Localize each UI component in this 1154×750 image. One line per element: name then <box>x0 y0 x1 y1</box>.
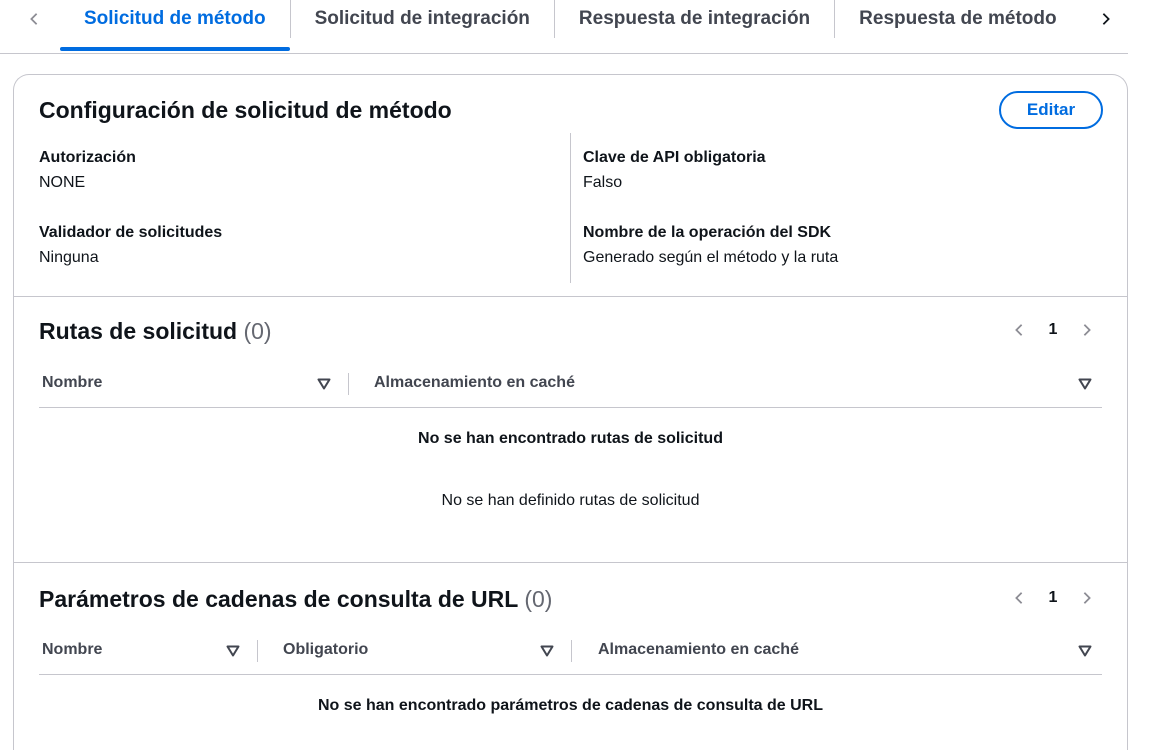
column-divider <box>348 373 349 395</box>
previous-page-button[interactable] <box>1010 589 1028 607</box>
tab-method-request[interactable]: Solicitud de método <box>60 0 291 51</box>
query-params-pagination: 1 <box>1010 589 1096 607</box>
chevron-right-icon <box>1083 592 1091 604</box>
edit-button[interactable]: Editar <box>999 91 1103 129</box>
page-number[interactable]: 1 <box>1044 589 1062 607</box>
request-paths-title: Rutas de solicitud (0) <box>39 318 272 344</box>
tab-bar: Solicitud de método Solicitud de integra… <box>0 0 1128 54</box>
sort-down-icon[interactable] <box>226 645 240 657</box>
section-separator <box>14 296 1127 297</box>
sort-down-icon[interactable] <box>540 645 554 657</box>
request-paths-pagination: 1 <box>1010 321 1096 339</box>
next-page-button[interactable] <box>1078 321 1096 339</box>
chevron-left-icon <box>1015 592 1023 604</box>
api-key-label: Clave de API obligatoria <box>583 149 766 166</box>
tab-integration-request[interactable]: Solicitud de integración <box>291 0 555 38</box>
request-paths-count: (0) <box>243 318 272 344</box>
validator-label: Validador de solicitudes <box>39 224 223 241</box>
tabs-viewport: Solicitud de método Solicitud de integra… <box>60 0 1086 54</box>
column-header-name[interactable]: Nombre <box>42 641 102 659</box>
chevron-left-icon <box>1015 324 1023 336</box>
sdk-operation-label: Nombre de la operación del SDK <box>583 224 832 241</box>
sort-down-icon[interactable] <box>317 378 331 390</box>
page-number[interactable]: 1 <box>1044 321 1062 339</box>
tab-integration-response[interactable]: Respuesta de integración <box>555 0 836 38</box>
tab-method-response[interactable]: Respuesta de método <box>835 0 1080 38</box>
column-divider <box>257 640 258 662</box>
authorization-value: NONE <box>39 174 86 191</box>
api-key-value: Falso <box>583 174 623 191</box>
tabs-scroll-left-button[interactable] <box>14 0 54 38</box>
tabs: Solicitud de método Solicitud de integra… <box>60 0 1086 54</box>
sort-down-icon[interactable] <box>1078 645 1092 657</box>
method-request-container: Configuración de solicitud de método Edi… <box>13 74 1128 750</box>
column-header-caching[interactable]: Almacenamiento en caché <box>374 374 575 392</box>
column-divider <box>570 133 571 283</box>
tabs-scroll-right-button[interactable] <box>1086 0 1126 38</box>
query-params-title: Parámetros de cadenas de consulta de URL… <box>39 586 553 612</box>
authorization-label: Autorización <box>39 149 136 166</box>
next-page-button[interactable] <box>1078 589 1096 607</box>
chevron-right-icon <box>1083 324 1091 336</box>
config-title: Configuración de solicitud de método <box>39 97 452 123</box>
column-header-required[interactable]: Obligatorio <box>283 641 368 659</box>
request-paths-empty-title: No se han encontrado rutas de solicitud <box>418 430 723 447</box>
table-header-line <box>39 674 1102 675</box>
query-params-count: (0) <box>524 586 553 612</box>
sort-down-icon[interactable] <box>1078 378 1092 390</box>
section-separator <box>14 562 1127 563</box>
sdk-operation-value: Generado según el método y la ruta <box>583 249 839 266</box>
request-paths-empty-description: No se han definido rutas de solicitud <box>441 492 700 509</box>
table-header-line <box>39 407 1102 408</box>
column-header-name[interactable]: Nombre <box>42 374 102 392</box>
chevron-right-icon <box>1102 13 1110 25</box>
column-header-caching[interactable]: Almacenamiento en caché <box>598 641 799 659</box>
column-divider <box>571 640 572 662</box>
chevron-left-icon <box>30 13 38 25</box>
validator-value: Ninguna <box>39 249 99 266</box>
query-params-empty-title: No se han encontrado parámetros de caden… <box>317 697 823 714</box>
previous-page-button[interactable] <box>1010 321 1028 339</box>
